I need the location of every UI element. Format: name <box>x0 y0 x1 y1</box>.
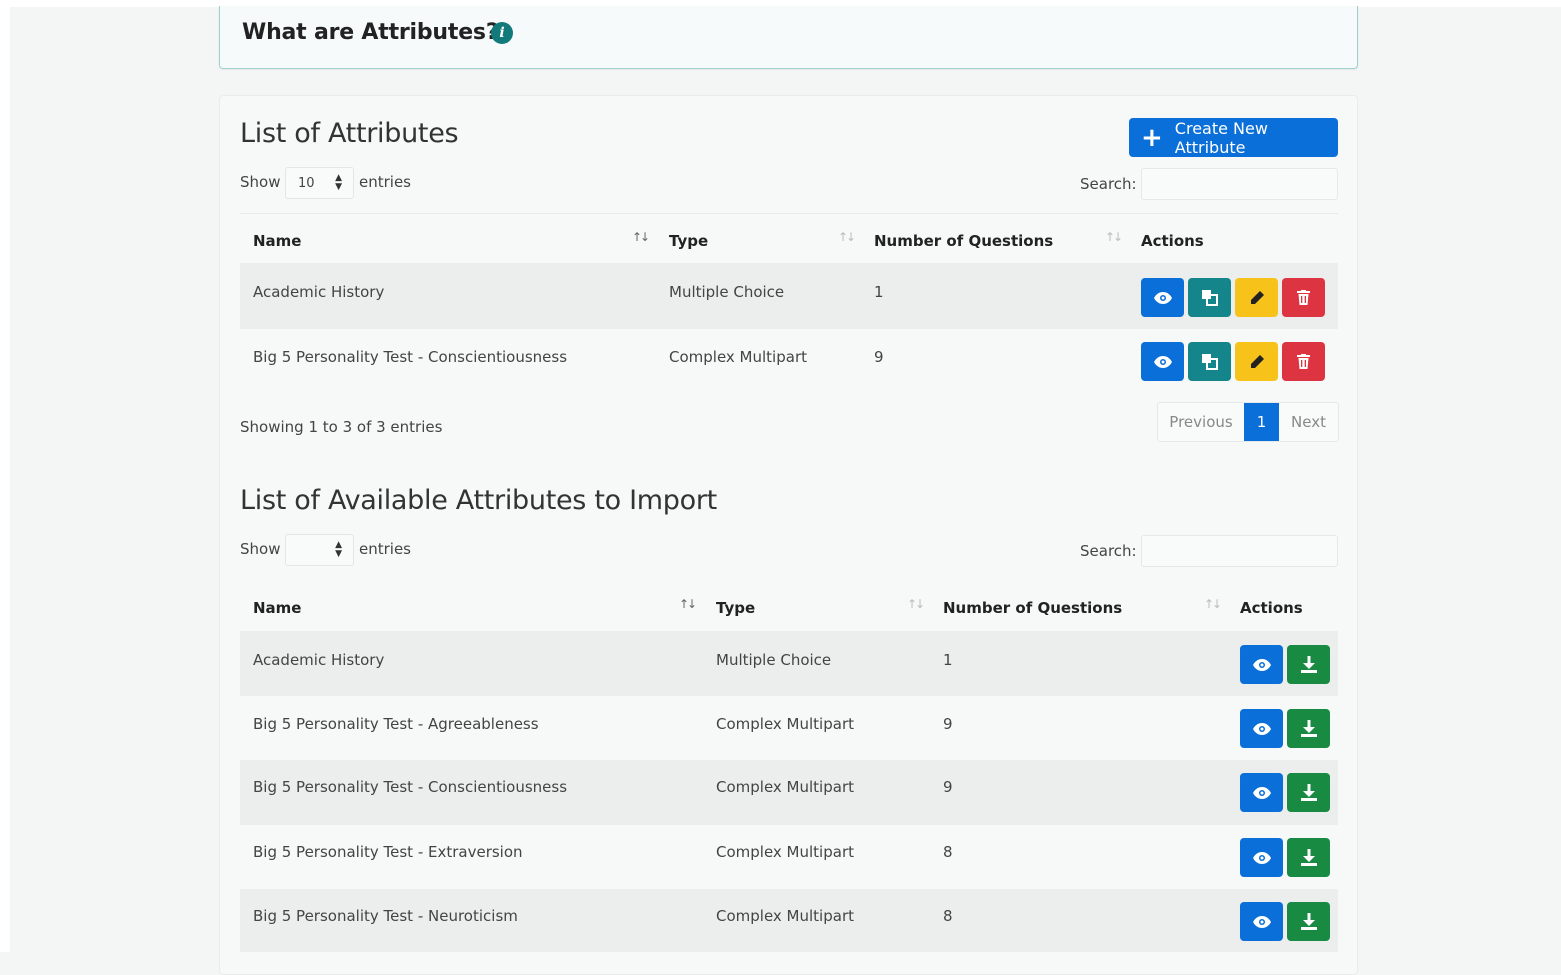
import-attribute-question-count: 1 <box>943 651 953 669</box>
import-attribute-type: Complex Multipart <box>716 715 854 733</box>
select-arrows-icon: ▲ ▼ <box>335 540 342 559</box>
import-attribute-type: Multiple Choice <box>716 651 832 669</box>
attributes-entries-select-value: 10 <box>298 175 315 191</box>
sort-icon[interactable]: ↑↓ <box>679 597 697 611</box>
copy-icon <box>1201 289 1218 306</box>
attribute-name: Big 5 Personality Test - Conscientiousne… <box>253 348 568 366</box>
copy-icon <box>1201 353 1218 370</box>
import-entries-label: entries <box>359 540 411 558</box>
edit-button[interactable] <box>1235 278 1278 317</box>
create-new-attribute-label: Create New Attribute <box>1174 118 1268 157</box>
import-attribute-type: Complex Multipart <box>716 907 854 925</box>
import-search-input[interactable] <box>1141 535 1338 567</box>
import-attribute-type: Complex Multipart <box>716 778 854 796</box>
download-icon <box>1300 913 1317 930</box>
download-icon <box>1300 849 1317 866</box>
page-left-margin <box>0 0 10 952</box>
download-icon <box>1300 720 1317 737</box>
import-button[interactable] <box>1287 709 1330 748</box>
trash-icon <box>1297 290 1310 305</box>
copy-button[interactable] <box>1188 278 1231 317</box>
plus-icon: + <box>1141 122 1163 153</box>
view-button[interactable] <box>1240 773 1283 812</box>
info-title: What are Attributes? <box>242 20 499 45</box>
import-show-label: Show <box>240 540 281 558</box>
import-attribute-type: Complex Multipart <box>716 843 854 861</box>
download-icon <box>1300 656 1317 673</box>
select-arrows-icon: ▲ ▼ <box>335 173 342 192</box>
import-button[interactable] <box>1287 773 1330 812</box>
delete-button[interactable] <box>1282 342 1325 381</box>
attributes-show-label: Show <box>240 173 281 191</box>
attributes-entries-select[interactable]: 10 ▲ ▼ <box>285 167 354 199</box>
pencil-icon <box>1250 290 1264 304</box>
attributes-table-top-border <box>240 213 1338 214</box>
import-attribute-name: Big 5 Personality Test - Conscientiousne… <box>253 778 568 796</box>
copy-button[interactable] <box>1188 342 1231 381</box>
eye-icon <box>1252 658 1271 671</box>
attributes-col-actions: Actions <box>1141 232 1204 250</box>
download-icon <box>1300 784 1317 801</box>
pencil-icon <box>1250 354 1264 368</box>
import-attribute-name: Big 5 Personality Test - Extraversion <box>253 843 523 861</box>
import-col-actions: Actions <box>1240 599 1303 617</box>
attribute-type: Multiple Choice <box>669 283 785 301</box>
view-button[interactable] <box>1141 278 1184 317</box>
attributes-showing-info: Showing 1 to 3 of 3 entries <box>240 418 443 436</box>
eye-icon <box>1153 291 1172 304</box>
import-attribute-question-count: 9 <box>943 778 953 796</box>
import-col-questions[interactable]: Number of Questions <box>943 599 1122 617</box>
eye-icon <box>1252 851 1271 864</box>
import-attribute-question-count: 8 <box>943 843 953 861</box>
import-section-title: List of Available Attributes to Import <box>240 485 717 516</box>
info-icon[interactable]: i <box>491 22 513 44</box>
import-attribute-question-count: 9 <box>943 715 953 733</box>
view-button[interactable] <box>1240 645 1283 684</box>
attribute-type: Complex Multipart <box>669 348 807 366</box>
import-search-label: Search: <box>1080 542 1137 560</box>
attributes-search-input[interactable] <box>1141 168 1338 200</box>
sort-icon[interactable]: ↑↓ <box>632 230 650 244</box>
eye-icon <box>1153 355 1172 368</box>
import-entries-select[interactable]: ▲ ▼ <box>285 534 354 566</box>
info-card: What are Attributes? i <box>219 6 1358 69</box>
trash-icon <box>1297 354 1310 369</box>
sort-icon[interactable]: ↑↓ <box>1105 230 1123 244</box>
attribute-name: Academic History <box>253 283 385 301</box>
sort-icon[interactable]: ↑↓ <box>907 597 925 611</box>
edit-button[interactable] <box>1235 342 1278 381</box>
pagination-page-1[interactable]: 1 <box>1244 403 1279 441</box>
import-button[interactable] <box>1287 838 1330 877</box>
eye-icon <box>1252 786 1271 799</box>
attribute-question-count: 1 <box>874 283 884 301</box>
view-button[interactable] <box>1240 838 1283 877</box>
pagination-next[interactable]: Next <box>1279 403 1338 441</box>
import-attribute-question-count: 8 <box>943 907 953 925</box>
import-attribute-name: Big 5 Personality Test - Neuroticism <box>253 907 518 925</box>
import-col-name[interactable]: Name <box>253 599 301 617</box>
eye-icon <box>1252 722 1271 735</box>
eye-icon <box>1252 915 1271 928</box>
import-button[interactable] <box>1287 902 1330 941</box>
import-button[interactable] <box>1287 645 1330 684</box>
sort-icon[interactable]: ↑↓ <box>838 230 856 244</box>
pagination-previous[interactable]: Previous <box>1158 403 1244 441</box>
create-new-attribute-button[interactable]: + Create New Attribute <box>1129 118 1338 157</box>
attributes-entries-label: entries <box>359 173 411 191</box>
import-col-type[interactable]: Type <box>716 599 755 617</box>
sort-icon[interactable]: ↑↓ <box>1204 597 1222 611</box>
view-button[interactable] <box>1240 709 1283 748</box>
view-button[interactable] <box>1240 902 1283 941</box>
attribute-question-count: 9 <box>874 348 884 366</box>
attributes-pagination: Previous 1 Next <box>1157 402 1339 442</box>
import-attribute-name: Academic History <box>253 651 385 669</box>
attributes-col-name[interactable]: Name <box>253 232 301 250</box>
attributes-col-type[interactable]: Type <box>669 232 708 250</box>
import-attribute-name: Big 5 Personality Test - Agreeableness <box>253 715 539 733</box>
view-button[interactable] <box>1141 342 1184 381</box>
attributes-col-questions[interactable]: Number of Questions <box>874 232 1053 250</box>
attributes-search-label: Search: <box>1080 175 1137 193</box>
attributes-section-title: List of Attributes <box>240 118 459 149</box>
delete-button[interactable] <box>1282 278 1325 317</box>
